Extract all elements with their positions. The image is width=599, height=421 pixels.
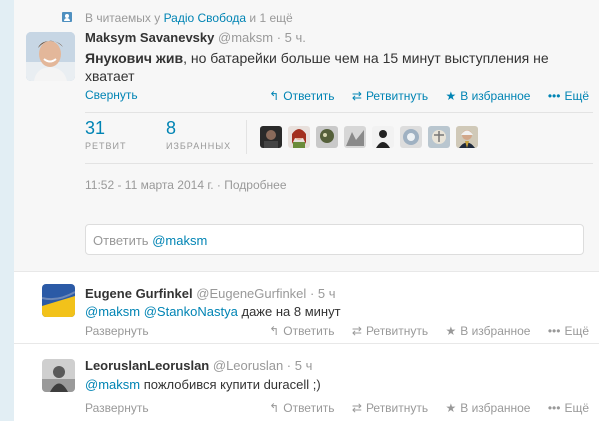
reply-time[interactable]: · 5 ч — [310, 286, 336, 301]
reply-tweet[interactable]: LeoruslanLeoruslan @Leoruslan · 5 ч @mak… — [14, 344, 599, 421]
reply-button[interactable]: ↰ Ответить — [269, 401, 334, 415]
retweet-stat-label: РЕТВИТ — [85, 141, 127, 151]
reply-text: @maksm пожлобився купити duracell ;) — [85, 377, 321, 392]
retweeter-avatar[interactable] — [260, 126, 282, 148]
favorite-label: В избранное — [460, 324, 531, 338]
retweet-label: Ретвитнуть — [365, 401, 429, 415]
more-icon: ••• — [547, 89, 561, 103]
tweet-timestamp: 11:52 - 11 марта 2014 г. — [85, 178, 214, 192]
more-button[interactable]: ••• Ещё — [548, 89, 589, 103]
favorite-stat-label: ИЗБРАННЫХ — [166, 141, 232, 151]
context-link[interactable]: Радіо Свобода — [164, 11, 247, 25]
more-label: Ещё — [564, 401, 589, 415]
collapse-link[interactable]: Свернуть — [85, 88, 138, 102]
divider — [85, 112, 593, 113]
tweet-text: Янукович жив, но батарейки больше чем на… — [85, 49, 585, 85]
reply-label: Ответить — [283, 324, 335, 338]
reply-author-line: Eugene Gurfinkel @EugeneGurfinkel · 5 ч — [85, 286, 336, 301]
more-button[interactable]: ••• Ещё — [548, 324, 589, 338]
reply-time[interactable]: · 5 ч — [287, 358, 313, 373]
reply-actions: ↰ Ответить ⇄ Ретвитнуть ★ В избранное ••• Ещ… — [255, 324, 589, 338]
reply-label: Ответить — [283, 401, 335, 415]
retweeter-avatar[interactable] — [400, 126, 422, 148]
retweet-icon: ⇄ — [351, 401, 362, 415]
tweet-meta: 11:52 - 11 марта 2014 г. · Подробнее — [85, 178, 287, 192]
reply-button[interactable]: ↰ Ответить — [269, 89, 334, 103]
favorite-button[interactable]: ★ В избранное — [445, 324, 530, 338]
favorite-label: В избранное — [460, 401, 531, 415]
expanded-tweet: В читаемых у Радіо Свобода и 1 ещё Maksy… — [14, 0, 599, 272]
retweet-label: Ретвитнуть — [365, 324, 429, 338]
reply-icon: ↰ — [269, 324, 280, 338]
more-button[interactable]: ••• Ещё — [548, 401, 589, 415]
twitter-conversation: В читаемых у Радіо Свобода и 1 ещё Maksy… — [0, 0, 599, 421]
reply-author-line: LeoruslanLeoruslan @Leoruslan · 5 ч — [85, 358, 312, 373]
retweet-button[interactable]: ⇄ Ретвитнуть — [352, 324, 428, 338]
author-name-line: Maksym Savanevsky @maksm · 5 ч. — [85, 30, 306, 45]
author-handle[interactable]: @maksm — [218, 30, 273, 45]
favorite-stat[interactable]: 8 ИЗБРАННЫХ — [166, 118, 231, 151]
reply-body: даже на 8 минут — [241, 304, 341, 319]
expand-link[interactable]: Развернуть — [85, 324, 149, 338]
reply-actions: ↰ Ответить ⇄ Ретвитнуть ★ В избранное ••• Ещ… — [255, 401, 589, 415]
star-icon: ★ — [445, 89, 457, 103]
retweet-button[interactable]: ⇄ Ретвитнуть — [352, 401, 428, 415]
retweeter-avatar[interactable] — [288, 126, 310, 148]
context-suffix: и 1 ещё — [249, 11, 293, 25]
reply-text: @maksm @StankoNastya даже на 8 минут — [85, 304, 341, 319]
retweeter-avatar[interactable] — [372, 126, 394, 148]
reply-icon: ↰ — [269, 401, 280, 415]
context-prefix: В читаемых у — [85, 11, 161, 25]
favorite-count: 8 — [166, 118, 177, 138]
retweet-count: 31 — [85, 118, 106, 138]
retweeter-avatar[interactable] — [428, 126, 450, 148]
reply-label: Ответить — [283, 89, 335, 103]
retweeter-avatar[interactable] — [456, 126, 478, 148]
more-icon: ••• — [547, 401, 561, 415]
reply-author-name[interactable]: Eugene Gurfinkel — [85, 286, 193, 301]
tweet-actions: ↰ Ответить ⇄ Ретвитнуть ★ В избранное ••• Ещ… — [255, 89, 589, 103]
retweet-label: Ретвитнуть — [365, 89, 429, 103]
mention-link[interactable]: @StankoNastya — [144, 304, 238, 319]
stats-divider — [246, 120, 247, 154]
reply-button[interactable]: ↰ Ответить — [269, 324, 334, 338]
reply-author-handle[interactable]: @EugeneGurfinkel — [196, 286, 306, 301]
mention-link[interactable]: @maksm — [85, 377, 140, 392]
author-name[interactable]: Maksym Savanevsky — [85, 30, 214, 45]
tweet-time[interactable]: · 5 ч. — [277, 30, 306, 45]
avatar[interactable] — [42, 284, 75, 317]
reply-mention: @maksm — [152, 233, 208, 248]
tweet-text-bold: Янукович жив — [85, 50, 184, 66]
star-icon: ★ — [445, 324, 457, 338]
reply-author-name[interactable]: LeoruslanLeoruslan — [85, 358, 209, 373]
details-link[interactable]: Подробнее — [224, 178, 286, 192]
favorite-button[interactable]: ★ В избранное — [445, 89, 530, 103]
divider — [85, 163, 593, 164]
favorite-label: В избранное — [460, 89, 531, 103]
reply-author-handle[interactable]: @Leoruslan — [213, 358, 283, 373]
reply-placeholder: Ответить — [93, 233, 149, 248]
reply-icon: ↰ — [269, 89, 280, 103]
star-icon: ★ — [445, 401, 457, 415]
avatar[interactable] — [42, 359, 75, 392]
reply-body: пожлобився купити duracell ;) — [143, 377, 321, 392]
retweeter-avatar[interactable] — [316, 126, 338, 148]
mention-link[interactable]: @maksm — [85, 304, 140, 319]
tweet-card: В читаемых у Радіо Свобода и 1 ещё Maksy… — [14, 0, 599, 421]
avatar[interactable] — [26, 32, 75, 81]
reply-input[interactable]: Ответить @maksm — [85, 224, 584, 255]
expand-link[interactable]: Развернуть — [85, 401, 149, 415]
more-label: Ещё — [564, 89, 589, 103]
more-icon: ••• — [547, 324, 561, 338]
reply-tweet[interactable]: Eugene Gurfinkel @EugeneGurfinkel · 5 ч … — [14, 272, 599, 342]
retweet-button[interactable]: ⇄ Ретвитнуть — [352, 89, 428, 103]
more-label: Ещё — [564, 324, 589, 338]
retweet-icon: ⇄ — [351, 324, 362, 338]
retweet-stat[interactable]: 31 РЕТВИТ — [85, 118, 126, 151]
retweet-icon: ⇄ — [351, 89, 362, 103]
retweeter-avatar[interactable] — [344, 126, 366, 148]
favorite-button[interactable]: ★ В избранное — [445, 401, 530, 415]
person-icon — [62, 12, 72, 22]
left-background-strip — [0, 0, 15, 421]
